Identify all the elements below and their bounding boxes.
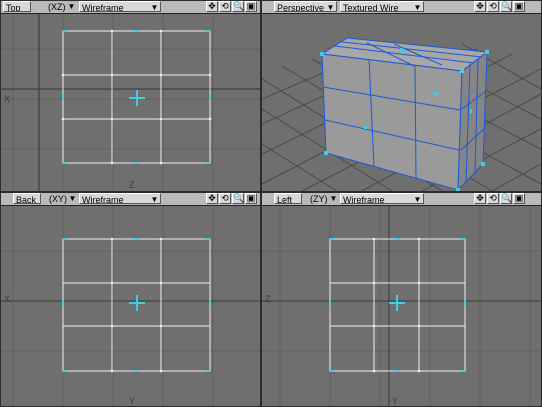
view-type-dropdown[interactable]: Back — [13, 193, 41, 204]
render-mode-label: Wireframe — [343, 195, 385, 204]
perspective-scene — [262, 37, 541, 191]
axis-label: (XY) — [49, 194, 67, 204]
viewport-header: Top (XZ) ▼ Wireframe ▼ ✥ ⟲ 🔍 ▣ — [1, 1, 260, 14]
axis-letter-z: Z — [265, 294, 271, 304]
maximize-view-icon[interactable]: ▣ — [513, 1, 525, 12]
maximize-view-icon[interactable]: ▣ — [245, 1, 257, 12]
viewport-header: Left (ZY) ▼ Wireframe ▼ ✥ ⟲ 🔍 ▣ — [262, 193, 541, 206]
viewport-canvas[interactable]: X Z — [1, 14, 260, 191]
render-mode-dropdown[interactable]: Wireframe ▼ — [79, 193, 161, 204]
zoom-view-icon[interactable]: 🔍 — [500, 1, 512, 12]
zoom-view-icon[interactable]: 🔍 — [232, 193, 244, 204]
viewport-header: Back (XY) ▼ Wireframe ▼ ✥ ⟲ 🔍 ▣ — [1, 193, 260, 206]
viewport-perspective[interactable]: Perspective ▼ Textured Wire ▼ ✥ ⟲ 🔍 ▣ — [261, 0, 542, 192]
axis-dropdown[interactable]: (ZY) ▼ — [306, 193, 338, 204]
view-type-label: Back — [16, 195, 37, 204]
render-mode-dropdown[interactable]: Wireframe ▼ — [340, 193, 424, 204]
axis-label: (XZ) — [48, 2, 66, 12]
rotate-view-icon[interactable]: ⟲ — [219, 1, 231, 12]
view-type-label: Top — [6, 3, 21, 12]
zoom-view-icon[interactable]: 🔍 — [232, 1, 244, 12]
axis-letter-z: Z — [129, 180, 135, 190]
left-wireframe — [262, 206, 541, 406]
rotate-view-icon[interactable]: ⟲ — [487, 1, 499, 12]
chevron-down-icon: ▼ — [150, 3, 159, 12]
render-mode-label: Textured Wire — [343, 3, 399, 12]
chevron-down-icon: ▼ — [68, 194, 77, 203]
viewport-canvas[interactable]: Z Y — [262, 206, 541, 406]
axis-letter-x: X — [4, 94, 11, 104]
view-type-dropdown[interactable]: Perspective ▼ — [274, 1, 337, 12]
move-view-icon[interactable]: ✥ — [474, 193, 486, 204]
render-mode-dropdown[interactable]: Wireframe ▼ — [79, 1, 161, 12]
viewport-canvas[interactable]: X Y — [1, 206, 260, 406]
move-view-icon[interactable]: ✥ — [206, 1, 218, 12]
view-type-dropdown[interactable]: Left — [274, 193, 302, 204]
chevron-down-icon: ▼ — [329, 194, 338, 203]
view-type-label: Perspective — [277, 3, 325, 12]
render-mode-dropdown[interactable]: Textured Wire ▼ — [340, 1, 424, 12]
view-type-label: Left — [277, 195, 293, 204]
axis-dropdown[interactable]: (XY) ▼ — [45, 193, 77, 204]
chevron-down-icon: ▼ — [67, 2, 76, 11]
rotate-view-icon[interactable]: ⟲ — [219, 193, 231, 204]
move-view-icon[interactable]: ✥ — [474, 1, 486, 12]
axis-letter-y: Y — [392, 396, 399, 406]
render-mode-label: Wireframe — [82, 3, 124, 12]
top-wireframe — [1, 14, 260, 191]
viewport-back[interactable]: Back (XY) ▼ Wireframe ▼ ✥ ⟲ 🔍 ▣ X Y — [0, 192, 261, 407]
axis-label: (ZY) — [310, 194, 328, 204]
move-view-icon[interactable]: ✥ — [206, 193, 218, 204]
viewport-left[interactable]: Left (ZY) ▼ Wireframe ▼ ✥ ⟲ 🔍 ▣ Z Y — [261, 192, 542, 407]
viewport-top[interactable]: Top (XZ) ▼ Wireframe ▼ ✥ ⟲ 🔍 ▣ X Z — [0, 0, 261, 192]
maximize-view-icon[interactable]: ▣ — [513, 193, 525, 204]
rotate-view-icon[interactable]: ⟲ — [487, 193, 499, 204]
viewport-canvas[interactable] — [262, 14, 541, 191]
zoom-view-icon[interactable]: 🔍 — [500, 193, 512, 204]
axis-letter-x: X — [4, 294, 11, 304]
chevron-down-icon: ▼ — [413, 195, 422, 204]
viewport-header: Perspective ▼ Textured Wire ▼ ✥ ⟲ 🔍 ▣ — [262, 1, 541, 14]
axis-dropdown[interactable]: (XZ) ▼ — [34, 1, 76, 12]
view-type-dropdown[interactable]: Top — [3, 1, 31, 12]
back-wireframe — [1, 206, 260, 406]
axis-letter-y: Y — [129, 396, 136, 406]
maximize-view-icon[interactable]: ▣ — [245, 193, 257, 204]
chevron-down-icon: ▼ — [326, 3, 335, 12]
chevron-down-icon: ▼ — [150, 195, 159, 204]
render-mode-label: Wireframe — [82, 195, 124, 204]
chevron-down-icon: ▼ — [413, 3, 422, 12]
